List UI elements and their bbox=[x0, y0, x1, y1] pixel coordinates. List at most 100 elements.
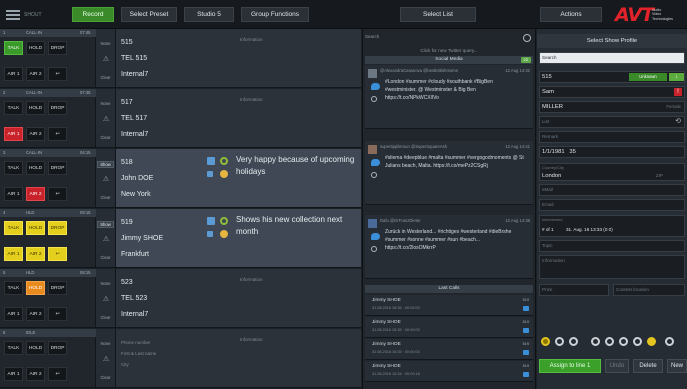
hold-button[interactable]: HOLD bbox=[26, 41, 45, 55]
line-row[interactable]: 6 IDLE TALK HOLD DROP AIR 1 AIR 2 ↩ None … bbox=[0, 329, 361, 388]
birthday-field[interactable]: 1/1/1981 35 bbox=[539, 146, 685, 158]
line-row[interactable]: 1 CALL-IN 07:45 TALK HOLD DROP AIR 1 AIR 2… bbox=[0, 29, 361, 88]
line-info[interactable]: Very happy because of upcoming holidays bbox=[236, 154, 356, 178]
last-call-item[interactable]: Jimmy SHOE 31.08.2016 15:35 · 00:00:00 5… bbox=[365, 317, 533, 338]
line-row[interactable]: 4 HLD 09:15 TALK HOLD DROP AIR 1 AIR 2 ↩ S… bbox=[0, 209, 361, 268]
air1-button[interactable]: AIR 1 bbox=[4, 247, 23, 261]
air2-button[interactable]: AIR 2 bbox=[26, 67, 45, 81]
search-icon[interactable] bbox=[371, 172, 377, 178]
talk-button[interactable]: TALK bbox=[4, 41, 23, 55]
refresh-icon[interactable]: ⟲ bbox=[675, 117, 681, 127]
add-contact-icon[interactable]: ↓ bbox=[669, 73, 684, 81]
talk-button[interactable]: TALK bbox=[4, 341, 23, 355]
list-field[interactable]: List ⟲ bbox=[539, 116, 685, 128]
hold-button[interactable]: HOLD bbox=[26, 221, 45, 235]
talk-button[interactable]: TALK bbox=[4, 281, 23, 295]
last-name-field[interactable]: MILLER Female bbox=[539, 101, 685, 113]
profile-search-input[interactable]: Search bbox=[539, 52, 685, 64]
rating-dot-icon[interactable] bbox=[633, 337, 642, 346]
air1-button[interactable]: AIR 1 bbox=[4, 307, 23, 321]
search-icon[interactable] bbox=[523, 34, 531, 42]
talk-button[interactable]: TALK bbox=[4, 221, 23, 235]
topic-field[interactable]: Topic bbox=[539, 240, 685, 252]
tweet-item[interactable]: supertippileroun @SuperSquareAsh 12 Aug … bbox=[365, 141, 533, 205]
prize-field[interactable]: Prize bbox=[539, 284, 609, 296]
caller-city-placeholder[interactable]: City bbox=[121, 359, 156, 370]
tweet-item[interactable]: @AlexandraCasanova @bestbritishmoms 12 A… bbox=[365, 65, 533, 129]
new-button[interactable]: New bbox=[667, 359, 687, 373]
rating-dots[interactable] bbox=[539, 337, 685, 347]
return-button[interactable]: ↩ bbox=[48, 247, 67, 261]
search-icon[interactable] bbox=[371, 96, 377, 102]
email2-field[interactable]: Email bbox=[539, 199, 685, 211]
drop-button[interactable]: DROP bbox=[48, 41, 67, 55]
talk-button[interactable]: TALK bbox=[4, 101, 23, 115]
record-button[interactable]: Record bbox=[72, 7, 114, 22]
rating-dot-icon[interactable] bbox=[605, 337, 614, 346]
last-call-item[interactable]: Jimmy SHOE 31.08.2016 15:34 · 00:00:18 5… bbox=[365, 361, 533, 382]
tweet-item[interactable]: Dafu @DrFranzDieter 12 Aug 14:38 Zurück … bbox=[365, 215, 533, 279]
studio-button[interactable]: Studio 5 bbox=[184, 7, 234, 22]
clear-button[interactable]: Clear bbox=[97, 315, 114, 320]
menu-icon[interactable] bbox=[6, 10, 20, 20]
show-toggle[interactable]: Show bbox=[97, 221, 114, 228]
gender-label[interactable]: Female bbox=[666, 102, 681, 112]
email-field[interactable]: eMail bbox=[539, 184, 685, 196]
information-field[interactable]: Information bbox=[539, 255, 685, 279]
hold-button[interactable]: HOLD bbox=[26, 281, 45, 295]
caller-name-placeholder[interactable]: First & Last name bbox=[121, 348, 156, 359]
contest-location-field[interactable]: Contest location bbox=[613, 284, 685, 296]
air1-button[interactable]: AIR 1 bbox=[4, 67, 23, 81]
remove-icon[interactable]: ! bbox=[674, 88, 682, 96]
return-button[interactable]: ↩ bbox=[48, 127, 67, 141]
social-search-input[interactable]: Search bbox=[365, 34, 535, 45]
clear-button[interactable]: Clear bbox=[97, 375, 114, 380]
rating-dot-icon[interactable] bbox=[647, 337, 656, 346]
air1-button[interactable]: AIR 1 bbox=[4, 187, 23, 201]
rating-dot-icon[interactable] bbox=[555, 337, 564, 346]
profile-number-field[interactable]: 515 Unknown ↓ bbox=[539, 71, 685, 83]
air1-button[interactable]: AIR 1 bbox=[4, 367, 23, 381]
hold-button[interactable]: HOLD bbox=[26, 341, 45, 355]
remark-field[interactable]: Remark bbox=[539, 131, 685, 143]
search-icon[interactable] bbox=[371, 246, 377, 252]
line-row[interactable]: 2 CALL-IN 07:45 TALK HOLD DROP AIR 1 AIR 2… bbox=[0, 89, 361, 148]
line-row[interactable]: 5 HLD 08:15 TALK HOLD DROP AIR 1 AIR 2 ↩ N… bbox=[0, 269, 361, 328]
air2-button[interactable]: AIR 2 bbox=[26, 247, 45, 261]
return-button[interactable]: ↩ bbox=[48, 367, 67, 381]
zip-field[interactable]: ZIP bbox=[656, 171, 663, 181]
return-button[interactable]: ↩ bbox=[48, 307, 67, 321]
last-call-item[interactable]: Jimmy SHOE 31.08.2016 15:35 · 00:00:00 5… bbox=[365, 339, 533, 360]
line-info[interactable]: Shows his new collection next month bbox=[236, 214, 356, 238]
show-toggle[interactable]: None bbox=[97, 341, 114, 346]
drop-button[interactable]: DROP bbox=[48, 281, 67, 295]
drop-button[interactable]: DROP bbox=[48, 221, 67, 235]
city-field[interactable]: Country/City London ZIP bbox=[539, 163, 685, 181]
rating-dot-icon[interactable] bbox=[619, 337, 628, 346]
drop-button[interactable]: DROP bbox=[48, 341, 67, 355]
first-name-field[interactable]: Sam ! bbox=[539, 86, 685, 98]
show-toggle[interactable]: None bbox=[97, 281, 114, 286]
show-toggle[interactable]: None bbox=[97, 41, 114, 46]
return-button[interactable]: ↩ bbox=[48, 187, 67, 201]
select-list-button[interactable]: Select List bbox=[400, 7, 476, 22]
select-preset-button[interactable]: Select Preset bbox=[121, 7, 177, 22]
hold-button[interactable]: HOLD bbox=[26, 161, 45, 175]
clear-button[interactable]: Clear bbox=[97, 75, 114, 80]
unknown-badge[interactable]: Unknown bbox=[629, 73, 667, 81]
talk-button[interactable]: TALK bbox=[4, 161, 23, 175]
phone-number-placeholder[interactable]: Phone number bbox=[121, 337, 156, 348]
line-row[interactable]: 3 CALL-IN 04:15 TALK HOLD DROP AIR 1 AIR 2… bbox=[0, 149, 361, 208]
show-toggle[interactable]: Show bbox=[97, 161, 114, 168]
rating-dot-icon[interactable] bbox=[569, 337, 578, 346]
new-query-link[interactable]: Click for new Twitter query... bbox=[363, 48, 535, 53]
drop-button[interactable]: DROP bbox=[48, 161, 67, 175]
return-button[interactable]: ↩ bbox=[48, 67, 67, 81]
last-call-item[interactable]: Jimmy SHOE 31.08.2016 15:36 · 00:02:00 5… bbox=[365, 295, 533, 316]
group-functions-button[interactable]: Group Functions bbox=[241, 7, 309, 22]
air2-button[interactable]: AIR 2 bbox=[26, 127, 45, 141]
air1-button[interactable]: AIR 1 bbox=[4, 127, 23, 141]
clear-button[interactable]: Clear bbox=[97, 195, 114, 200]
clear-button[interactable]: Clear bbox=[97, 135, 114, 140]
interview-field[interactable]: Interviewed # of 1 31. Aug. 16 13:33 (0 … bbox=[539, 215, 685, 237]
